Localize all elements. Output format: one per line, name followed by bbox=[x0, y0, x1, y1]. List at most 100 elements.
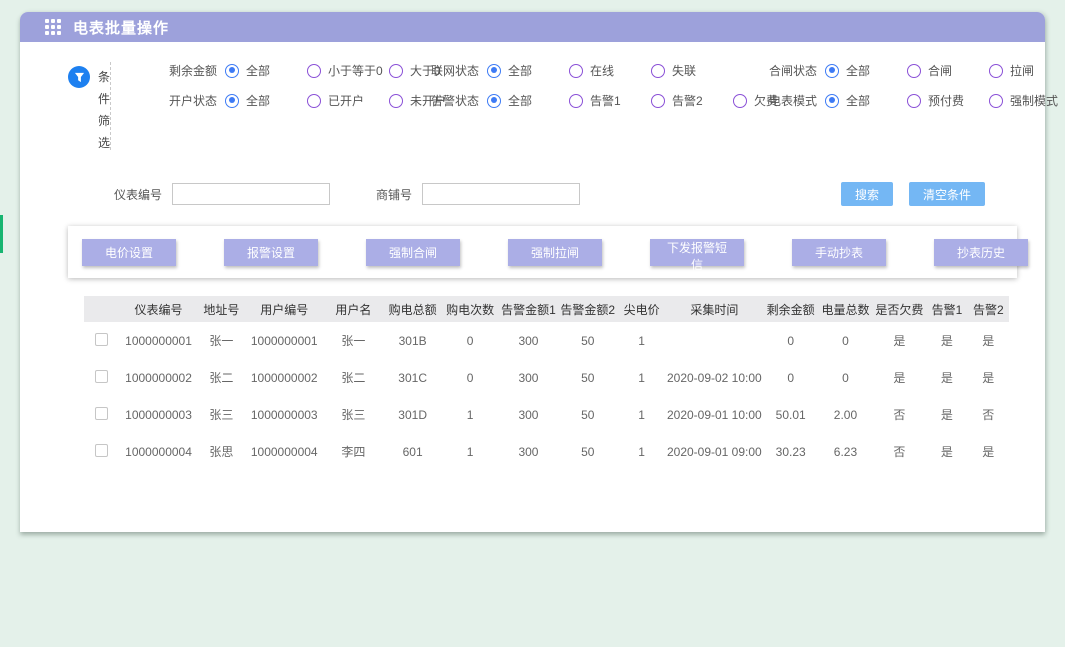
column-header: 告警金额2 bbox=[558, 296, 617, 322]
radio-option[interactable]: 全部 bbox=[825, 92, 899, 109]
meter-no-input[interactable] bbox=[172, 183, 330, 205]
table-cell: 李四 bbox=[323, 433, 384, 470]
radio-option[interactable]: 拉闸 bbox=[989, 62, 1063, 79]
radio-option[interactable]: 合闸 bbox=[907, 62, 981, 79]
radio-selected-icon[interactable] bbox=[487, 64, 501, 78]
radio-selected-icon[interactable] bbox=[487, 94, 501, 108]
filter-group-label: 告警状态 bbox=[419, 92, 479, 109]
radio-option[interactable]: 失联 bbox=[651, 62, 725, 79]
row-checkbox[interactable] bbox=[95, 407, 108, 420]
table-cell: 1000000004 bbox=[246, 433, 323, 470]
radio-option-label: 告警1 bbox=[590, 92, 621, 109]
table-cell: 300 bbox=[499, 359, 558, 396]
column-header: 告警金额1 bbox=[499, 296, 558, 322]
radio-unselected-icon[interactable] bbox=[651, 94, 665, 108]
radio-unselected-icon[interactable] bbox=[907, 94, 921, 108]
row-checkbox[interactable] bbox=[95, 370, 108, 383]
table-cell: 30.23 bbox=[763, 433, 819, 470]
filter-group: 电表模式全部预付费 强制模式 bbox=[757, 92, 1065, 109]
column-header: 地址号 bbox=[197, 296, 245, 322]
filter-group-label: 电表模式 bbox=[757, 92, 817, 109]
table-cell: 是 bbox=[926, 433, 967, 470]
radio-unselected-icon[interactable] bbox=[569, 94, 583, 108]
radio-option[interactable]: 预付费 bbox=[907, 92, 981, 109]
radio-option[interactable]: 告警2 bbox=[651, 92, 725, 109]
table-cell: 张一 bbox=[197, 322, 245, 359]
table-cell: 否 bbox=[968, 396, 1009, 433]
radio-option[interactable]: 全部 bbox=[825, 62, 899, 79]
meter-table-wrap: 仪表编号地址号用户编号用户名购电总额购电次数告警金额1告警金额2尖电价采集时间剩… bbox=[84, 296, 1009, 470]
table-row: 1000000003张三1000000003张三301D13005012020-… bbox=[84, 396, 1009, 433]
filter-group-label: 剩余金额 bbox=[157, 62, 217, 79]
radio-option-label: 强制模式 bbox=[1010, 92, 1058, 109]
radio-unselected-icon[interactable] bbox=[389, 94, 403, 108]
shop-no-field-group: 商铺号 bbox=[376, 183, 714, 205]
radio-option[interactable]: 强制模式 bbox=[989, 92, 1063, 109]
search-button[interactable]: 搜索 bbox=[841, 182, 893, 206]
filter-column-2: 联网状态全部在线失联告警状态全部告警1告警2欠费 bbox=[419, 62, 757, 158]
radio-unselected-icon[interactable] bbox=[989, 94, 1003, 108]
radio-option[interactable]: 告警1 bbox=[569, 92, 643, 109]
radio-selected-icon[interactable] bbox=[225, 64, 239, 78]
radio-option[interactable]: 在线 bbox=[569, 62, 643, 79]
table-cell: 6.23 bbox=[819, 433, 873, 470]
radio-option-label: 全部 bbox=[508, 92, 532, 109]
toolbar-button[interactable]: 强制合闸 bbox=[366, 239, 460, 266]
radio-unselected-icon[interactable] bbox=[733, 94, 747, 108]
toolbar-button[interactable]: 强制拉闸 bbox=[508, 239, 602, 266]
table-cell: 1000000001 bbox=[120, 322, 197, 359]
radio-option[interactable]: 小于等于0 bbox=[307, 62, 381, 79]
radio-unselected-icon[interactable] bbox=[307, 94, 321, 108]
filter-icon bbox=[68, 66, 90, 88]
table-cell: 1 bbox=[617, 322, 665, 359]
radio-option[interactable]: 全部 bbox=[487, 62, 561, 79]
radio-unselected-icon[interactable] bbox=[651, 64, 665, 78]
radio-unselected-icon[interactable] bbox=[307, 64, 321, 78]
table-cell: 是 bbox=[926, 359, 967, 396]
row-checkbox[interactable] bbox=[95, 333, 108, 346]
table-cell: 1 bbox=[617, 396, 665, 433]
radio-unselected-icon[interactable] bbox=[989, 64, 1003, 78]
radio-option[interactable]: 已开户 bbox=[307, 92, 381, 109]
table-cell: 否 bbox=[872, 433, 926, 470]
toolbar-button[interactable]: 下发报警短信 bbox=[650, 239, 744, 266]
table-cell: 张一 bbox=[323, 322, 384, 359]
table-cell: 张二 bbox=[323, 359, 384, 396]
filter-group-label: 开户状态 bbox=[157, 92, 217, 109]
toolbar-button[interactable]: 报警设置 bbox=[224, 239, 318, 266]
table-cell: 张思 bbox=[197, 433, 245, 470]
filter-column-3: 合闸状态全部合闸拉闸电表模式全部预付费强制模式 bbox=[757, 62, 1065, 158]
radio-selected-icon[interactable] bbox=[825, 94, 839, 108]
column-header: 用户编号 bbox=[246, 296, 323, 322]
radio-option[interactable]: 全部 bbox=[487, 92, 561, 109]
table-cell: 0 bbox=[819, 359, 873, 396]
search-button-zone: 搜索 清空条件 bbox=[714, 182, 1045, 206]
table-cell: 张二 bbox=[197, 359, 245, 396]
table-cell: 1 bbox=[617, 433, 665, 470]
table-cell: 300 bbox=[499, 322, 558, 359]
radio-selected-icon[interactable] bbox=[225, 94, 239, 108]
table-cell: 50 bbox=[558, 396, 617, 433]
table-cell: 2020-09-01 10:00 bbox=[666, 396, 763, 433]
table-cell: 50 bbox=[558, 322, 617, 359]
column-header: 剩余金额 bbox=[763, 296, 819, 322]
toolbar-button[interactable]: 电价设置 bbox=[82, 239, 176, 266]
clear-conditions-button[interactable]: 清空条件 bbox=[909, 182, 985, 206]
radio-option-label: 合闸 bbox=[928, 62, 952, 79]
radio-unselected-icon[interactable] bbox=[389, 64, 403, 78]
table-cell: 张三 bbox=[323, 396, 384, 433]
shop-no-input[interactable] bbox=[422, 183, 580, 205]
toolbar-button[interactable]: 抄表历史 bbox=[934, 239, 1028, 266]
table-cell: 0 bbox=[441, 322, 498, 359]
radio-option-label: 告警2 bbox=[672, 92, 703, 109]
radio-option[interactable]: 全部 bbox=[225, 92, 299, 109]
action-toolbar: 电价设置报警设置强制合闸强制拉闸下发报警短信手动抄表抄表历史刷新表状态 bbox=[68, 226, 1017, 278]
row-checkbox[interactable] bbox=[95, 444, 108, 457]
radio-unselected-icon[interactable] bbox=[569, 64, 583, 78]
radio-option[interactable]: 全部 bbox=[225, 62, 299, 79]
radio-selected-icon[interactable] bbox=[825, 64, 839, 78]
toolbar-button[interactable]: 手动抄表 bbox=[792, 239, 886, 266]
table-cell: 50.01 bbox=[763, 396, 819, 433]
radio-unselected-icon[interactable] bbox=[907, 64, 921, 78]
meter-no-field-group: 仪表编号 bbox=[114, 183, 376, 205]
